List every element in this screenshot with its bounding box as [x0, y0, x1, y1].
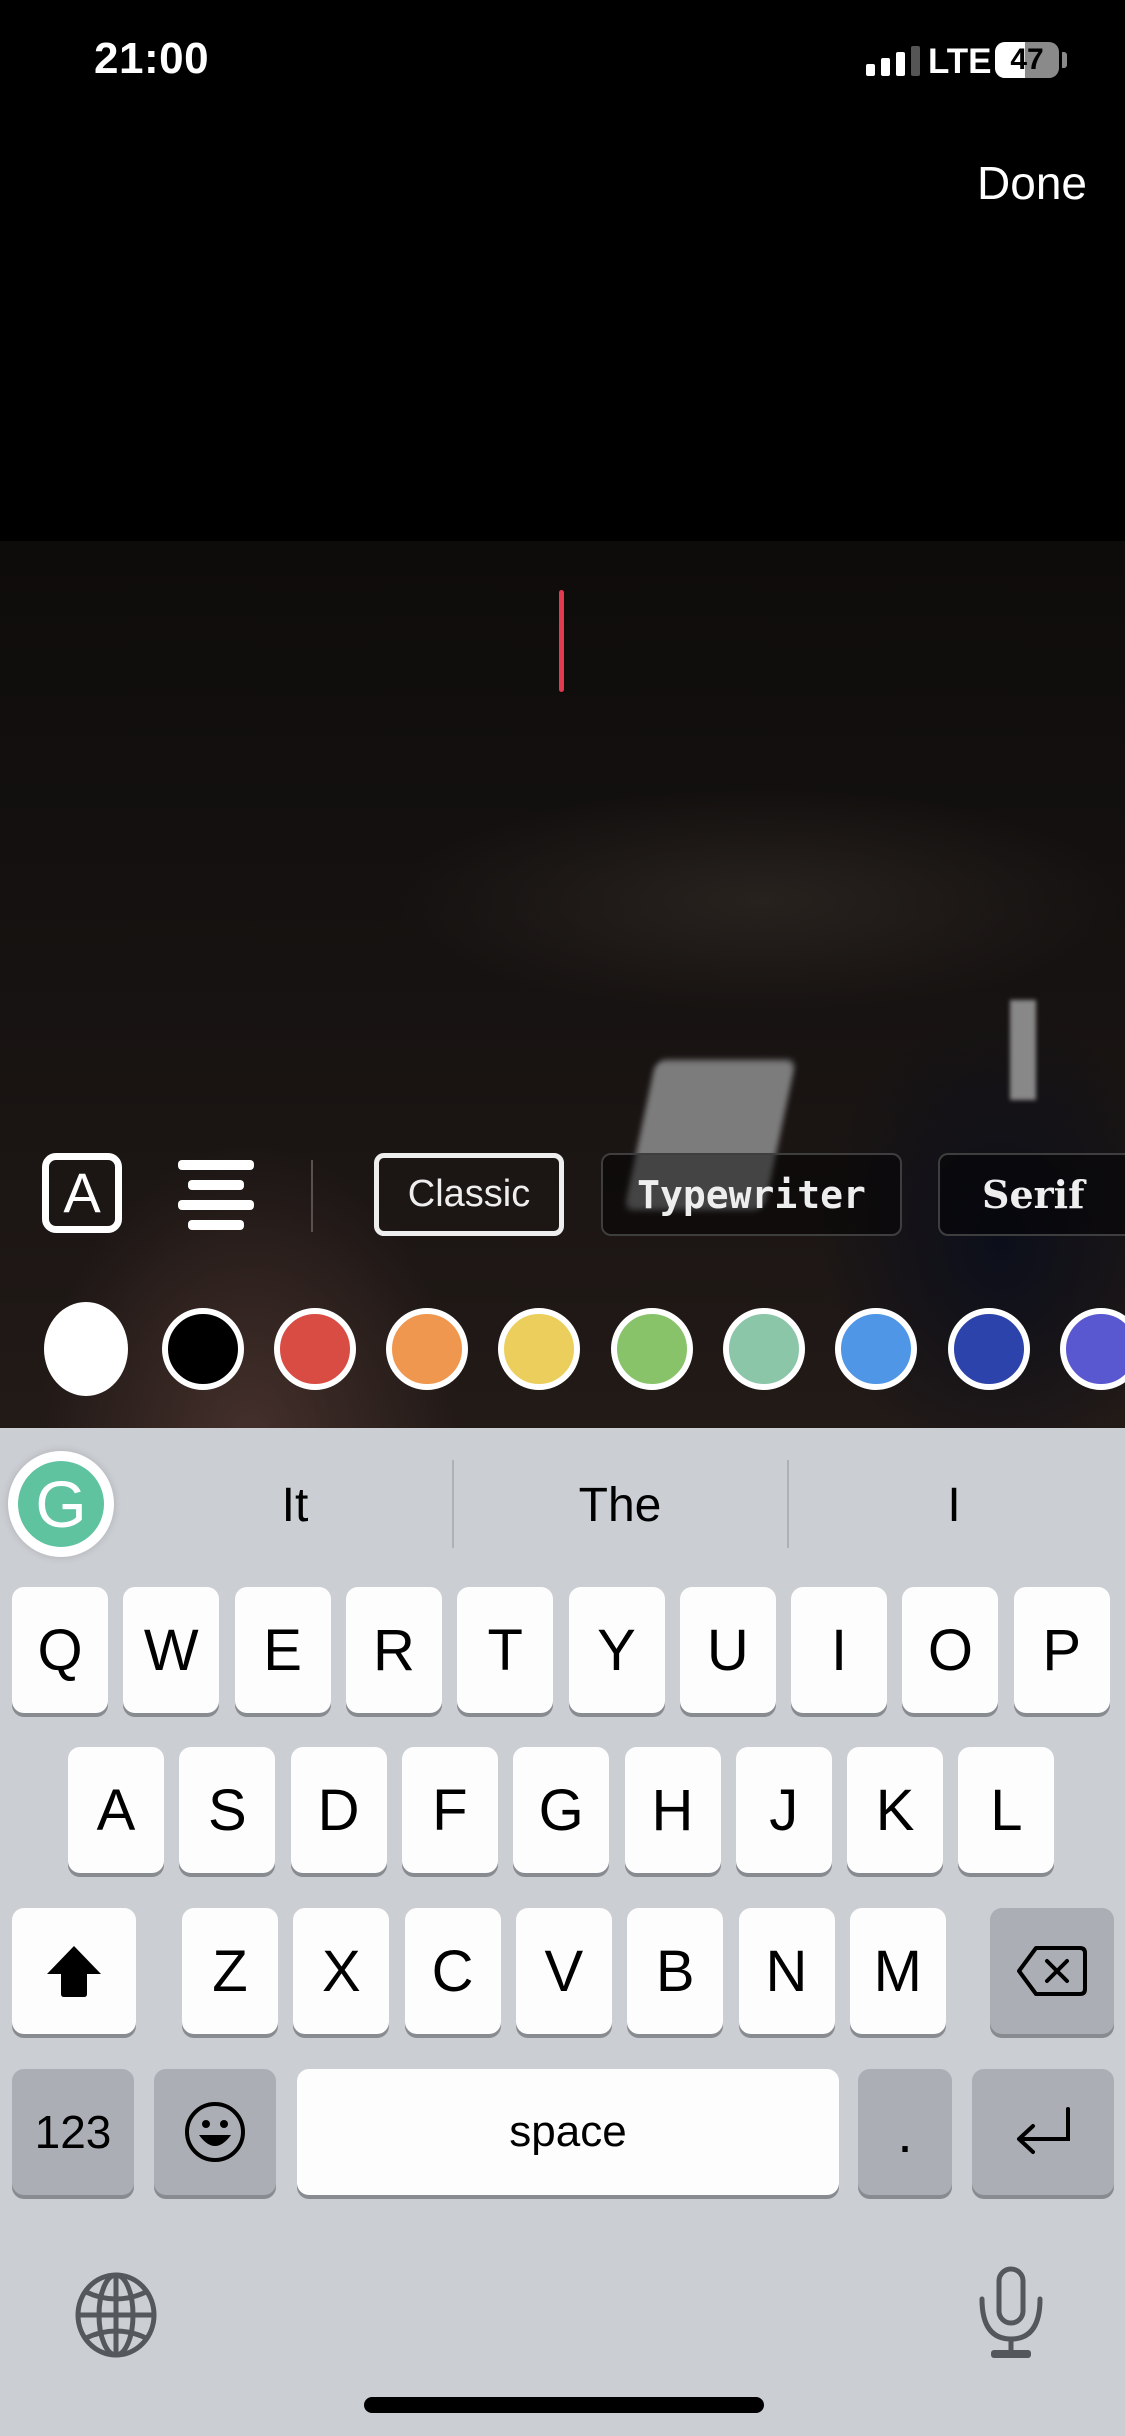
key-c[interactable]: C: [404, 1908, 501, 2034]
delete-key[interactable]: [990, 1908, 1114, 2034]
numbers-key[interactable]: 123: [12, 2069, 134, 2195]
return-icon: [1017, 2107, 1070, 2154]
key-z[interactable]: Z: [182, 1908, 278, 2034]
key-q[interactable]: Q: [12, 1587, 108, 1713]
battery-level: 47: [1010, 43, 1044, 76]
key-o[interactable]: O: [902, 1587, 999, 1713]
key-m[interactable]: M: [849, 1908, 946, 2034]
key-s[interactable]: S: [179, 1747, 276, 1873]
emoji-key[interactable]: [154, 2069, 276, 2195]
text-style-button[interactable]: A: [42, 1153, 122, 1233]
key-x[interactable]: X: [293, 1908, 390, 2034]
microphone-icon[interactable]: [976, 2266, 1046, 2358]
key-e[interactable]: E: [234, 1587, 331, 1713]
suggestion-3[interactable]: I: [789, 1460, 1119, 1550]
globe-icon[interactable]: [74, 2272, 158, 2358]
suggestion-1[interactable]: It: [140, 1460, 450, 1550]
battery-icon: 47: [995, 42, 1059, 78]
home-indicator[interactable]: [364, 2397, 764, 2413]
key-h[interactable]: H: [624, 1747, 721, 1873]
network-type: LTE: [928, 42, 992, 81]
key-w[interactable]: W: [123, 1587, 220, 1713]
key-u[interactable]: U: [679, 1587, 776, 1713]
color-swatch-mint[interactable]: [723, 1308, 805, 1390]
color-swatch-yellow[interactable]: [498, 1308, 580, 1390]
key-j[interactable]: J: [735, 1747, 832, 1873]
align-line: [178, 1200, 254, 1210]
font-typewriter-button[interactable]: Typewriter: [601, 1153, 902, 1236]
signal-icon: [866, 46, 920, 76]
grammarly-icon: G: [18, 1461, 104, 1547]
battery-tip: [1062, 52, 1067, 68]
key-t[interactable]: T: [457, 1587, 554, 1713]
delete-icon: [1017, 1946, 1087, 1996]
key-f[interactable]: F: [401, 1747, 498, 1873]
align-line: [178, 1160, 254, 1170]
color-swatch-black[interactable]: [162, 1308, 244, 1390]
video-highlight: [1010, 1000, 1036, 1100]
shift-key[interactable]: [12, 1908, 136, 2034]
color-swatch-green[interactable]: [611, 1308, 693, 1390]
key-d[interactable]: D: [290, 1747, 387, 1873]
key-k[interactable]: K: [847, 1747, 944, 1873]
key-p[interactable]: P: [1013, 1587, 1110, 1713]
key-i[interactable]: I: [791, 1587, 888, 1713]
color-swatch-white[interactable]: [44, 1302, 128, 1396]
space-key[interactable]: space: [297, 2069, 839, 2195]
color-swatch-dark-blue[interactable]: [948, 1308, 1030, 1390]
color-swatch-red[interactable]: [274, 1308, 356, 1390]
key-v[interactable]: V: [515, 1908, 612, 2034]
key-l[interactable]: L: [958, 1747, 1055, 1873]
toolbar-divider: [311, 1160, 313, 1232]
color-swatch-light-blue[interactable]: [835, 1308, 917, 1390]
suggestion-2[interactable]: The: [454, 1460, 786, 1550]
text-cursor[interactable]: [559, 590, 564, 692]
emoji-icon: [185, 2102, 245, 2162]
status-time: 21:00: [94, 34, 210, 83]
align-line: [188, 1220, 244, 1230]
period-key[interactable]: .: [858, 2069, 952, 2195]
key-b[interactable]: B: [627, 1908, 724, 2034]
font-classic-button[interactable]: Classic: [374, 1153, 564, 1236]
color-swatch-orange[interactable]: [386, 1308, 468, 1390]
key-n[interactable]: N: [738, 1908, 835, 2034]
font-serif-button[interactable]: Serif: [938, 1153, 1125, 1236]
shift-icon: [47, 1946, 101, 1997]
key-r[interactable]: R: [345, 1587, 442, 1713]
return-key[interactable]: [972, 2069, 1114, 2195]
align-line: [188, 1180, 244, 1190]
text-style-icon: A: [63, 1161, 101, 1224]
key-a[interactable]: A: [68, 1747, 164, 1873]
done-button[interactable]: Done: [977, 156, 1087, 210]
key-y[interactable]: Y: [568, 1587, 665, 1713]
key-g[interactable]: G: [513, 1747, 610, 1873]
align-center-button[interactable]: [178, 1160, 254, 1230]
